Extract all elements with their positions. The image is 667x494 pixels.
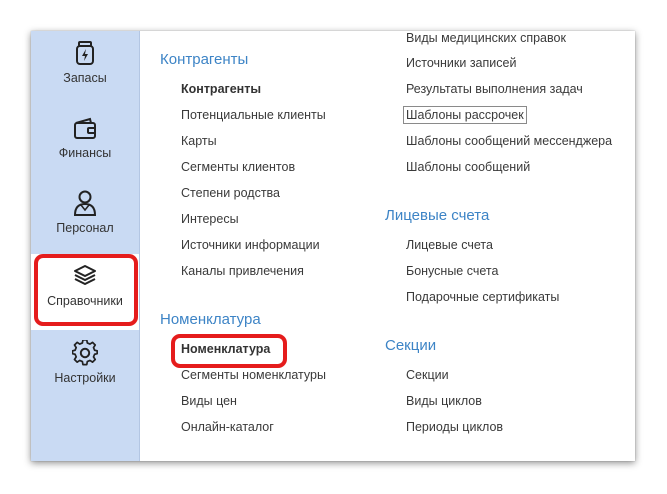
link-record-sources[interactable]: Источники записей	[406, 56, 516, 70]
section-title-sections: Секции	[385, 337, 437, 354]
sidebar-item-inventory[interactable]: Запасы	[31, 31, 139, 103]
link-sections[interactable]: Секции	[406, 368, 449, 382]
link-personal-accounts[interactable]: Лицевые счета	[406, 238, 493, 252]
section-title-accounts: Лицевые счета	[385, 207, 490, 224]
link-price-types[interactable]: Виды цен	[181, 394, 237, 408]
sidebar-item-label: Запасы	[63, 71, 107, 85]
link-cycle-types[interactable]: Виды циклов	[406, 394, 482, 408]
link-counterparties[interactable]: Контрагенты	[181, 82, 261, 96]
link-installment-templates[interactable]: Шаблоны рассрочек	[403, 106, 527, 124]
layers-stack-icon	[72, 262, 98, 290]
sidebar-item-label: Справочники	[47, 294, 123, 308]
inventory-jar-icon	[73, 39, 97, 67]
link-info-sources[interactable]: Источники информации	[181, 238, 320, 252]
sidebar-item-finance[interactable]: Финансы	[31, 106, 139, 178]
link-acquisition-channels[interactable]: Каналы привлечения	[181, 264, 304, 278]
sidebar-item-label: Настройки	[54, 371, 116, 385]
app-window: Запасы Финансы Персонал Справочники Наст…	[31, 31, 635, 461]
section-title-nomenclature: Номенклатура	[160, 311, 261, 328]
gear-icon	[72, 339, 98, 367]
sidebar-item-label: Персонал	[56, 221, 114, 235]
link-nomenclature[interactable]: Номенклатура	[181, 342, 270, 356]
sidebar-item-references[interactable]: Справочники	[31, 254, 139, 330]
link-interests[interactable]: Интересы	[181, 212, 239, 226]
link-message-templates[interactable]: Шаблоны сообщений	[406, 160, 530, 174]
sidebar-item-staff[interactable]: Персонал	[31, 181, 139, 253]
link-cycle-periods[interactable]: Периоды циклов	[406, 420, 503, 434]
section-title-counterparties: Контрагенты	[160, 51, 249, 68]
sidebar: Запасы Финансы Персонал Справочники Наст…	[31, 31, 140, 461]
link-task-results[interactable]: Результаты выполнения задач	[406, 82, 583, 96]
link-nomenclature-segments[interactable]: Сегменты номенклатуры	[181, 368, 326, 382]
link-client-segments[interactable]: Сегменты клиентов	[181, 160, 295, 174]
link-bonus-accounts[interactable]: Бонусные счета	[406, 264, 498, 278]
link-messenger-templates[interactable]: Шаблоны сообщений мессенджера	[406, 134, 612, 148]
sidebar-item-label: Финансы	[58, 146, 112, 160]
link-cards[interactable]: Карты	[181, 134, 217, 148]
link-kinship-degrees[interactable]: Степени родства	[181, 186, 280, 200]
sidebar-item-settings[interactable]: Настройки	[31, 331, 139, 403]
wallet-icon	[72, 114, 98, 142]
link-medical-certificate-types[interactable]: Виды медицинских справок	[406, 31, 566, 45]
link-online-catalog[interactable]: Онлайн-каталог	[181, 420, 274, 434]
link-gift-certificates[interactable]: Подарочные сертификаты	[406, 290, 559, 304]
link-potential-clients[interactable]: Потенциальные клиенты	[181, 108, 326, 122]
person-icon	[72, 189, 98, 217]
